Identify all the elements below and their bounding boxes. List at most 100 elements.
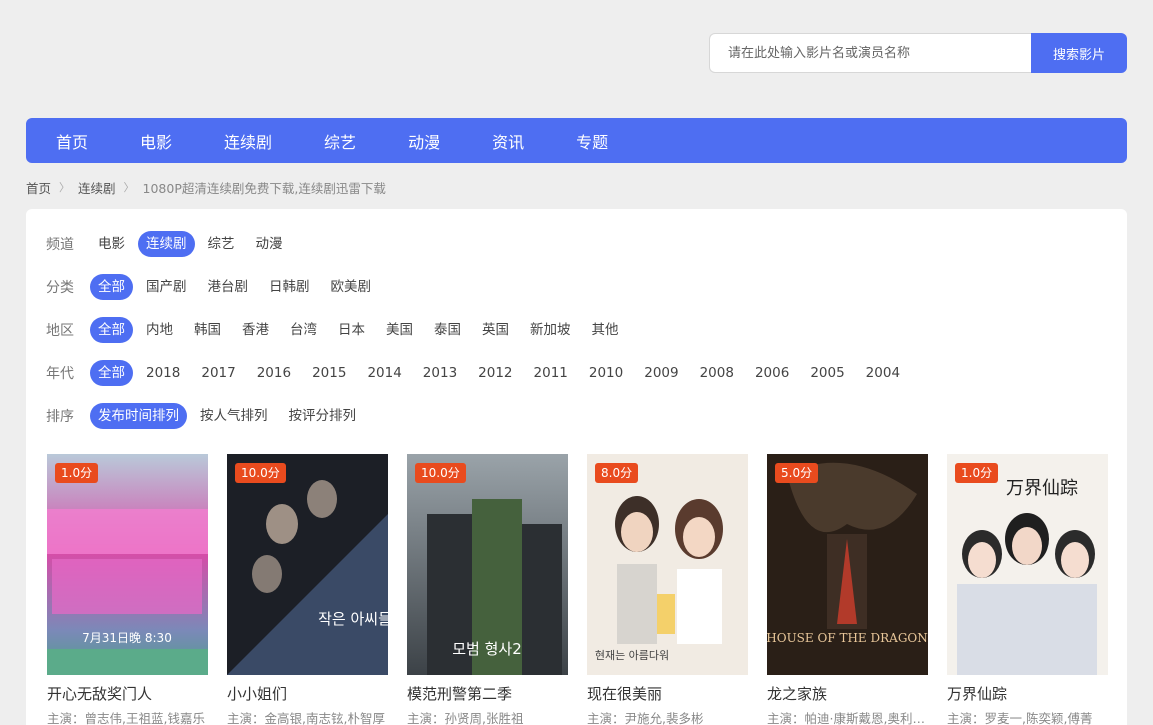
search-input[interactable] bbox=[709, 33, 1031, 73]
filter-option-active[interactable]: 全部 bbox=[90, 274, 133, 300]
filter-option[interactable]: 欧美剧 bbox=[323, 274, 380, 300]
poster-caption: 작은 아씨들 bbox=[318, 610, 388, 628]
movie-card[interactable]: 작은 아씨들 10.0分 小小姐们 主演：金高银,南志铉,朴智厚 bbox=[227, 454, 388, 725]
filter-option[interactable]: 2012 bbox=[470, 360, 520, 386]
content-card: 频道 电影 连续剧 综艺 动漫 分类 全部 国产剧 港台剧 日韩剧 欧美剧 地区… bbox=[26, 209, 1127, 725]
filter-label: 地区 bbox=[46, 323, 74, 339]
filter-option-active[interactable]: 发布时间排列 bbox=[90, 403, 187, 429]
score-badge: 5.0分 bbox=[775, 463, 819, 483]
filter-option[interactable]: 日韩剧 bbox=[261, 274, 318, 300]
filter-option[interactable]: 其他 bbox=[584, 317, 627, 343]
breadcrumb: 首页 〉 连续剧 〉 1080P超清连续剧免费下载,连续剧迅雷下载 bbox=[26, 178, 386, 196]
filter-option[interactable]: 2015 bbox=[304, 360, 354, 386]
poster-caption: 万界仙踪 bbox=[1006, 478, 1078, 499]
filter-option[interactable]: 泰国 bbox=[426, 317, 469, 343]
movie-title[interactable]: 模范刑警第二季 bbox=[407, 683, 568, 704]
movie-cast: 主演：孙贤周,张胜祖 bbox=[407, 711, 524, 725]
movie-cast: 主演：罗麦一,陈奕颖,傅菁 bbox=[947, 711, 1093, 725]
filter-option[interactable]: 英国 bbox=[474, 317, 517, 343]
nav-item-anime[interactable]: 动漫 bbox=[408, 129, 440, 153]
filter-option[interactable]: 韩国 bbox=[186, 317, 229, 343]
filter-option[interactable]: 2009 bbox=[636, 360, 686, 386]
poster-caption: 모범 형사2 bbox=[452, 640, 522, 658]
movie-poster[interactable]: 현재는 아름다워 8.0分 bbox=[587, 454, 748, 675]
filter-option[interactable]: 台湾 bbox=[282, 317, 325, 343]
score-badge: 10.0分 bbox=[235, 463, 286, 483]
filter-option[interactable]: 港台剧 bbox=[200, 274, 257, 300]
page: 搜索影片 首页 电影 连续剧 综艺 动漫 资讯 专题 首页 〉 连续剧 〉 10… bbox=[0, 0, 1153, 725]
filter-option[interactable]: 2011 bbox=[526, 360, 576, 386]
nav-item-home[interactable]: 首页 bbox=[56, 129, 88, 153]
filter-option[interactable]: 2016 bbox=[249, 360, 299, 386]
filter-option[interactable]: 2014 bbox=[359, 360, 409, 386]
filter-option[interactable]: 2005 bbox=[802, 360, 852, 386]
movie-poster[interactable]: 万界仙踪 1.0分 bbox=[947, 454, 1108, 675]
movie-cast: 主演：尹施允,裴多彬 bbox=[587, 711, 704, 725]
filter-row-channel: 频道 电影 连续剧 综艺 动漫 bbox=[46, 231, 296, 257]
breadcrumb-home[interactable]: 首页 bbox=[26, 178, 51, 197]
movie-title[interactable]: 现在很美丽 bbox=[587, 683, 748, 704]
filter-option-active[interactable]: 全部 bbox=[90, 317, 133, 343]
filter-label: 年代 bbox=[46, 366, 74, 382]
score-badge: 1.0分 bbox=[955, 463, 999, 483]
filter-row-category: 分类 全部 国产剧 港台剧 日韩剧 欧美剧 bbox=[46, 274, 384, 300]
filter-label: 分类 bbox=[46, 280, 74, 296]
movie-poster[interactable]: 7月31日晚 8:30 1.0分 bbox=[47, 454, 208, 675]
filter-row-region: 地区 全部 内地 韩国 香港 台湾 日本 美国 泰国 英国 新加坡 其他 bbox=[46, 317, 632, 343]
filter-option[interactable]: 2013 bbox=[415, 360, 465, 386]
filter-option[interactable]: 按评分排列 bbox=[281, 403, 365, 429]
nav-item-topics[interactable]: 专题 bbox=[576, 129, 608, 153]
search-button[interactable]: 搜索影片 bbox=[1031, 33, 1127, 73]
movie-card[interactable]: 현재는 아름다워 8.0分 现在很美丽 主演：尹施允,裴多彬 bbox=[587, 454, 748, 725]
filter-label: 排序 bbox=[46, 409, 74, 425]
nav-item-news[interactable]: 资讯 bbox=[492, 129, 524, 153]
movie-cast: 主演：曾志伟,王祖蓝,钱嘉乐 bbox=[47, 711, 205, 725]
movie-card[interactable]: 万界仙踪 1.0分 万界仙踪 主演：罗麦一,陈奕颖,傅菁 bbox=[947, 454, 1108, 725]
filter-option-active[interactable]: 连续剧 bbox=[138, 231, 195, 257]
filter-option[interactable]: 日本 bbox=[330, 317, 373, 343]
filter-option[interactable]: 美国 bbox=[378, 317, 421, 343]
movie-poster[interactable]: 작은 아씨들 10.0分 bbox=[227, 454, 388, 675]
filter-option[interactable]: 内地 bbox=[138, 317, 181, 343]
filter-row-sort: 排序 发布时间排列 按人气排列 按评分排列 bbox=[46, 403, 369, 429]
movie-poster[interactable]: HOUSE OF THE DRAGON 5.0分 bbox=[767, 454, 928, 675]
filter-option[interactable]: 2004 bbox=[858, 360, 908, 386]
main-nav: 首页 电影 连续剧 综艺 动漫 资讯 专题 bbox=[26, 118, 1127, 163]
movie-title[interactable]: 龙之家族 bbox=[767, 683, 928, 704]
movie-poster[interactable]: 모범 형사2 10.0分 bbox=[407, 454, 568, 675]
filter-option[interactable]: 2008 bbox=[692, 360, 742, 386]
movie-cast: 主演：帕迪·康斯戴恩,奥利维亚 bbox=[767, 711, 928, 725]
poster-image: 현재는 아름다워 bbox=[587, 454, 748, 675]
filter-option[interactable]: 2010 bbox=[581, 360, 631, 386]
movie-card[interactable]: 7月31日晚 8:30 1.0分 开心无敌奖门人 主演：曾志伟,王祖蓝,钱嘉乐 bbox=[47, 454, 208, 725]
breadcrumb-current: 1080P超清连续剧免费下载,连续剧迅雷下载 bbox=[142, 180, 386, 196]
filter-option[interactable]: 动漫 bbox=[248, 231, 291, 257]
score-badge: 10.0分 bbox=[415, 463, 466, 483]
movie-title[interactable]: 开心无敌奖门人 bbox=[47, 683, 208, 704]
chevron-right-icon: 〉 bbox=[59, 181, 71, 194]
site-logo[interactable] bbox=[26, 24, 256, 74]
filter-option[interactable]: 2017 bbox=[193, 360, 243, 386]
poster-image: 7月31日晚 8:30 bbox=[47, 454, 208, 675]
nav-item-movies[interactable]: 电影 bbox=[140, 129, 172, 153]
filter-option[interactable]: 电影 bbox=[90, 231, 133, 257]
filter-option-active[interactable]: 全部 bbox=[90, 360, 133, 386]
movie-grid: 7月31日晚 8:30 1.0分 开心无敌奖门人 主演：曾志伟,王祖蓝,钱嘉乐 bbox=[47, 454, 1109, 725]
filter-option[interactable]: 综艺 bbox=[200, 231, 243, 257]
nav-item-variety[interactable]: 综艺 bbox=[324, 129, 356, 153]
filter-option[interactable]: 2018 bbox=[138, 360, 188, 386]
movie-title[interactable]: 小小姐们 bbox=[227, 683, 388, 704]
nav-item-series[interactable]: 连续剧 bbox=[224, 129, 272, 153]
poster-image: 작은 아씨들 bbox=[227, 454, 388, 675]
filter-option[interactable]: 按人气排列 bbox=[192, 403, 276, 429]
filter-option[interactable]: 香港 bbox=[234, 317, 277, 343]
filter-option[interactable]: 国产剧 bbox=[138, 274, 195, 300]
breadcrumb-section[interactable]: 连续剧 bbox=[78, 178, 116, 197]
poster-caption: HOUSE OF THE DRAGON bbox=[767, 631, 928, 645]
filter-option[interactable]: 2006 bbox=[747, 360, 797, 386]
movie-card[interactable]: 모범 형사2 10.0分 模范刑警第二季 主演：孙贤周,张胜祖 bbox=[407, 454, 568, 725]
filter-option[interactable]: 新加坡 bbox=[522, 317, 579, 343]
movie-card[interactable]: HOUSE OF THE DRAGON 5.0分 龙之家族 主演：帕迪·康斯戴恩… bbox=[767, 454, 928, 725]
filter-row-year: 年代 全部 2018 2017 2016 2015 2014 2013 2012… bbox=[46, 360, 913, 386]
movie-title[interactable]: 万界仙踪 bbox=[947, 683, 1108, 704]
